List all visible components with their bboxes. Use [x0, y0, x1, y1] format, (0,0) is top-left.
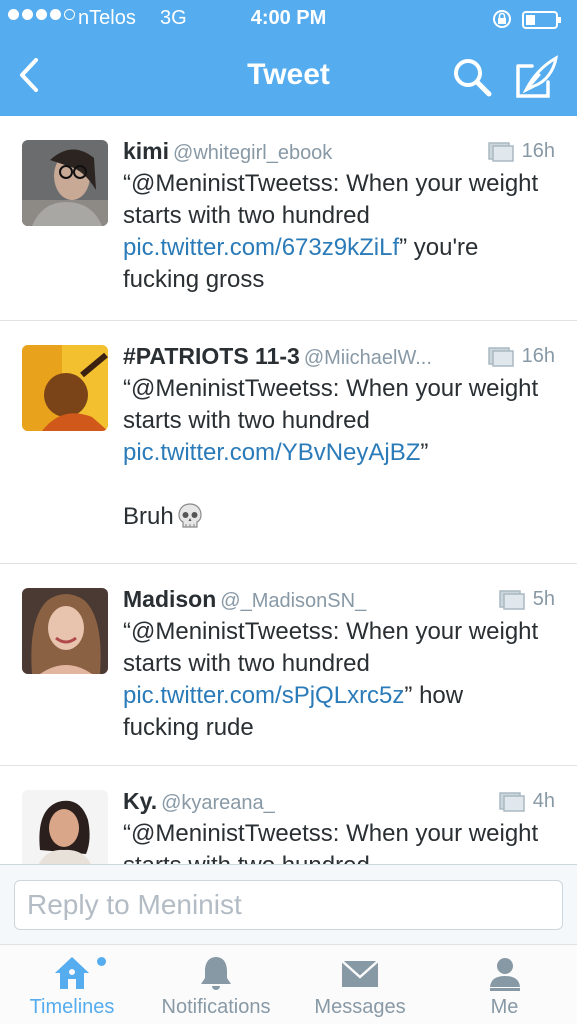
avatar[interactable]: [22, 140, 108, 226]
top-bar: nTelos 3G 4:00 PM Tweet: [0, 0, 577, 116]
author-handle: @_MadisonSN_: [220, 590, 367, 612]
tweet-link[interactable]: pic.twitter.com/sPjQLxrc5z: [123, 682, 404, 709]
tweet-meta: 16h: [487, 345, 555, 368]
avatar[interactable]: [22, 588, 108, 674]
author-name: kimi: [123, 138, 170, 164]
tweet-text-body: “@MeninistTweetss: When your weight star…: [123, 375, 545, 434]
photo-icon: [487, 141, 514, 162]
author-handle: @MiichaelW...: [303, 347, 432, 369]
tweet-text-body: “@MeninistTweetss: When your weight star…: [123, 170, 545, 229]
rotation-lock-icon: [493, 10, 511, 28]
tweet-item[interactable]: Ky. @kyareana_ 4h “@MeninistTweetss: When…: [0, 766, 577, 864]
bell-icon: [201, 957, 231, 990]
tweet-text: “@MeninistTweetss: When your weight star…: [123, 818, 543, 864]
tab-bar: Timelines Notifications Messages Me: [0, 944, 577, 1024]
photo-icon: [499, 791, 525, 812]
envelope-icon: [341, 960, 379, 987]
tweet-author[interactable]: Madison @_MadisonSN_: [123, 586, 366, 613]
author-name: Madison: [123, 586, 217, 612]
tab-timelines[interactable]: Timelines: [0, 945, 144, 1025]
tab-label: Notifications: [161, 996, 271, 1018]
search-icon[interactable]: [447, 52, 497, 102]
photo-icon: [487, 346, 514, 367]
tweet-item[interactable]: #PATRIOTS 11-3 @MiichaelW... 16h “@Menini…: [0, 321, 577, 564]
photo-icon: [499, 589, 525, 610]
reply-input[interactable]: [14, 880, 563, 930]
tweet-author[interactable]: kimi @whitegirl_ebook: [123, 138, 332, 165]
skull-icon: [178, 503, 202, 528]
tweet-author[interactable]: Ky. @kyareana_: [123, 788, 275, 815]
tweet-meta: 16h: [487, 140, 555, 163]
status-bar: nTelos 3G 4:00 PM: [0, 0, 577, 38]
tweet-time: 4h: [532, 790, 555, 812]
home-icon: [55, 957, 89, 989]
tweet-item[interactable]: kimi @whitegirl_ebook 16h “@MeninistTweet…: [0, 116, 577, 321]
navigation-bar: Tweet: [0, 38, 577, 116]
author-handle: @whitegirl_ebook: [173, 142, 333, 164]
person-icon: [489, 958, 520, 991]
tweet-text-body: “@MeninistTweetss: When your weight star…: [123, 618, 545, 677]
tab-label: Messages: [314, 996, 406, 1018]
tweet-link[interactable]: pic.twitter.com/673z9kZiLf: [123, 234, 399, 261]
compose-tweet-icon[interactable]: [510, 52, 562, 102]
avatar[interactable]: [22, 790, 108, 864]
tweet-text: “@MeninistTweetss: When your weight star…: [123, 373, 543, 533]
battery-icon: [522, 11, 561, 29]
tweet-meta: 5h: [499, 588, 555, 611]
tweet-author[interactable]: #PATRIOTS 11-3 @MiichaelW...: [123, 343, 432, 370]
tab-me[interactable]: Me: [432, 945, 577, 1025]
tab-messages[interactable]: Messages: [288, 945, 432, 1025]
tab-label: Timelines: [29, 996, 115, 1018]
avatar[interactable]: [22, 345, 108, 431]
tweet-meta: 4h: [499, 790, 555, 813]
author-name: Ky.: [123, 788, 158, 814]
author-name: #PATRIOTS 11-3: [123, 343, 300, 369]
tweet-link[interactable]: pic.twitter.com/YBvNeyAjBZ: [123, 439, 420, 466]
tweet-time: 5h: [532, 588, 555, 610]
tweet-time: 16h: [521, 140, 555, 162]
new-items-dot: [97, 957, 106, 966]
tweet-feed[interactable]: kimi @whitegirl_ebook 16h “@MeninistTweet…: [0, 116, 577, 864]
tweet-text-body: “@MeninistTweetss: When your weight star…: [123, 820, 539, 864]
tweet-text: “@MeninistTweetss: When your weight star…: [123, 168, 543, 296]
author-handle: @kyareana_: [161, 792, 275, 814]
tab-notifications[interactable]: Notifications: [144, 945, 288, 1025]
tweet-time: 16h: [521, 345, 555, 367]
reply-bar: [0, 864, 577, 944]
tab-label: Me: [490, 996, 519, 1018]
tweet-item[interactable]: Madison @_MadisonSN_ 5h “@MeninistTweetss…: [0, 564, 577, 766]
tweet-text: “@MeninistTweetss: When your weight star…: [123, 616, 543, 744]
